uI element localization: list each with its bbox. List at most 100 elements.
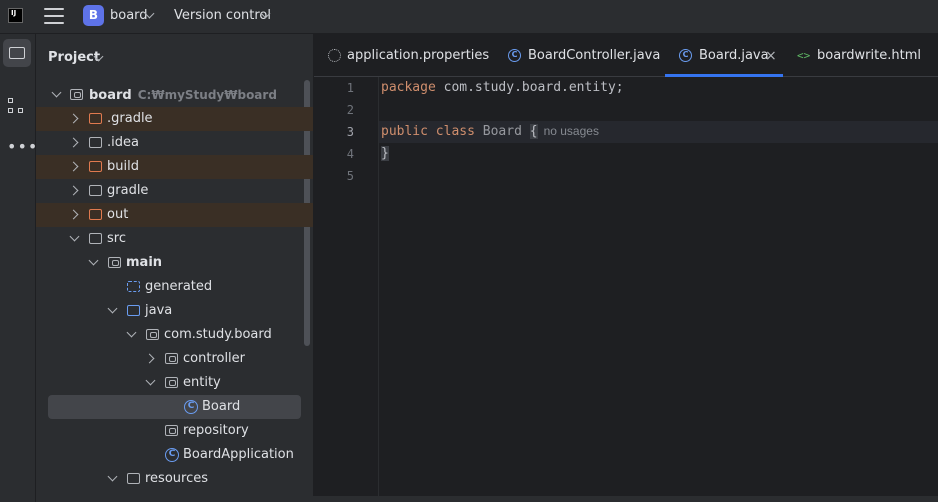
tab-application-properties[interactable]: application.properties <box>328 34 489 76</box>
brace: } <box>381 146 389 161</box>
tree-item-entity[interactable]: entity <box>36 371 313 395</box>
tree-item-label: java <box>145 303 173 318</box>
resources-folder-icon <box>127 473 140 484</box>
tab-label: application.properties <box>347 48 490 63</box>
chevron-down-icon[interactable] <box>69 231 80 242</box>
generated-folder-icon <box>127 281 140 292</box>
panel-title[interactable]: Project <box>48 50 100 65</box>
class-icon: C <box>184 400 198 414</box>
folder-icon <box>89 233 102 244</box>
chevron-down-icon[interactable] <box>145 375 156 386</box>
tree-item-board[interactable]: board C:₩myStudy₩board <box>36 83 313 107</box>
line-number-gutter[interactable]: 1 2 3 4 5 <box>314 77 379 502</box>
package-icon <box>165 353 178 364</box>
code-line-3[interactable]: public class Board {no usages <box>381 124 599 139</box>
tree-item-label: out <box>107 207 129 222</box>
class-name: Board <box>482 124 522 139</box>
source-folder-icon <box>127 305 140 316</box>
tool-window-strip: ••• <box>0 34 38 502</box>
chevron-right-icon[interactable] <box>68 209 79 220</box>
tab-board-java[interactable]: C Board.java × <box>665 34 783 77</box>
chevron-down-icon[interactable] <box>107 471 118 482</box>
tree-item-label: board <box>89 88 132 103</box>
package-icon <box>146 329 159 340</box>
structure-icon[interactable] <box>8 98 24 114</box>
tree-item-label: entity <box>183 375 221 390</box>
main-menu-icon[interactable] <box>44 8 64 24</box>
version-control-menu[interactable]: Version control <box>174 8 271 23</box>
tree-item-gradle[interactable]: gradle <box>36 179 313 203</box>
tree-item-label: repository <box>183 423 249 438</box>
tab-label: boardwrite.html <box>817 48 921 63</box>
tree-item-controller[interactable]: controller <box>36 347 313 371</box>
tree-item-com-study-board[interactable]: com.study.board <box>36 323 313 347</box>
tab-boardwrite-html[interactable]: <> boardwrite.html <box>797 34 921 76</box>
tab-label: Board.java <box>699 48 769 63</box>
chevron-right-icon[interactable] <box>68 137 79 148</box>
tree-item-board-class[interactable]: C Board <box>48 395 301 419</box>
tree-item-label: .gradle <box>107 111 153 126</box>
tree-item-resources[interactable]: resources <box>36 467 313 491</box>
class-icon: C <box>679 49 692 62</box>
code-line-1[interactable]: package com.study.board.entity; <box>381 80 624 95</box>
keyword: package <box>381 80 436 95</box>
horizontal-scrollbar[interactable] <box>36 496 938 502</box>
tree-item-label: generated <box>145 279 213 294</box>
folder-icon <box>89 185 102 196</box>
project-path: C:₩myStudy₩board <box>137 88 277 102</box>
chevron-down-icon[interactable] <box>107 303 118 314</box>
excluded-folder-icon <box>89 161 102 172</box>
line-number: 5 <box>346 169 354 183</box>
tree-item-board-application[interactable]: C BoardApplication <box>36 443 313 467</box>
tree-item-label: main <box>126 255 163 270</box>
tree-item-label: Board <box>202 399 241 414</box>
editor-tabs: application.properties C BoardController… <box>314 34 938 77</box>
class-icon: C <box>508 49 521 62</box>
keyword: public <box>381 124 428 139</box>
tree-item-src[interactable]: src <box>36 227 313 251</box>
tree-item-label: resources <box>145 471 209 486</box>
tab-label: BoardController.java <box>528 48 661 63</box>
tree-item-out[interactable]: out <box>36 203 313 227</box>
chevron-down-icon[interactable] <box>126 327 137 338</box>
chevron-right-icon[interactable] <box>68 113 79 124</box>
chevron-right-icon[interactable] <box>144 353 155 364</box>
module-folder-icon <box>108 257 121 268</box>
tree-item-main[interactable]: main <box>36 251 313 275</box>
close-icon[interactable]: × <box>765 34 777 78</box>
more-tools-icon[interactable]: ••• <box>7 137 38 156</box>
keyword: class <box>435 124 475 139</box>
title-bar: IJ B board Version control <box>0 0 938 34</box>
excluded-folder-icon <box>89 113 102 124</box>
line-number: 3 <box>346 125 354 139</box>
tab-board-controller[interactable]: C BoardController.java <box>508 34 660 76</box>
tree-item-generated[interactable]: generated <box>36 275 313 299</box>
html-icon: <> <box>797 49 811 62</box>
usages-hint[interactable]: no usages <box>544 124 599 138</box>
package-name: com.study.board.entity; <box>435 80 624 95</box>
package-icon <box>165 377 178 388</box>
spring-class-icon: C <box>165 448 179 462</box>
tree-item-build[interactable]: build <box>36 155 313 179</box>
code-line-4[interactable]: } <box>381 146 389 161</box>
tree-item-label: controller <box>183 351 246 366</box>
line-number: 1 <box>346 81 354 95</box>
tree-item-java[interactable]: java <box>36 299 313 323</box>
tree-item-label: gradle <box>107 183 149 198</box>
tree-item-gradle-cache[interactable]: .gradle <box>36 107 313 131</box>
excluded-folder-icon <box>89 209 102 220</box>
chevron-right-icon[interactable] <box>68 185 79 196</box>
project-tool-button[interactable] <box>3 39 31 67</box>
intellij-logo-icon[interactable]: IJ <box>8 8 23 23</box>
tree-item-label: build <box>107 159 139 174</box>
package-icon <box>165 425 178 436</box>
tree-item-label: BoardApplication <box>183 447 294 462</box>
tree-item-idea[interactable]: .idea <box>36 131 313 155</box>
tree-item-repository[interactable]: repository <box>36 419 313 443</box>
chevron-down-icon[interactable] <box>51 87 62 98</box>
project-badge[interactable]: B <box>83 5 104 26</box>
chevron-down-icon[interactable] <box>88 255 99 266</box>
folder-icon <box>9 47 25 59</box>
project-switcher[interactable]: board <box>110 8 148 23</box>
chevron-right-icon[interactable] <box>68 161 79 172</box>
